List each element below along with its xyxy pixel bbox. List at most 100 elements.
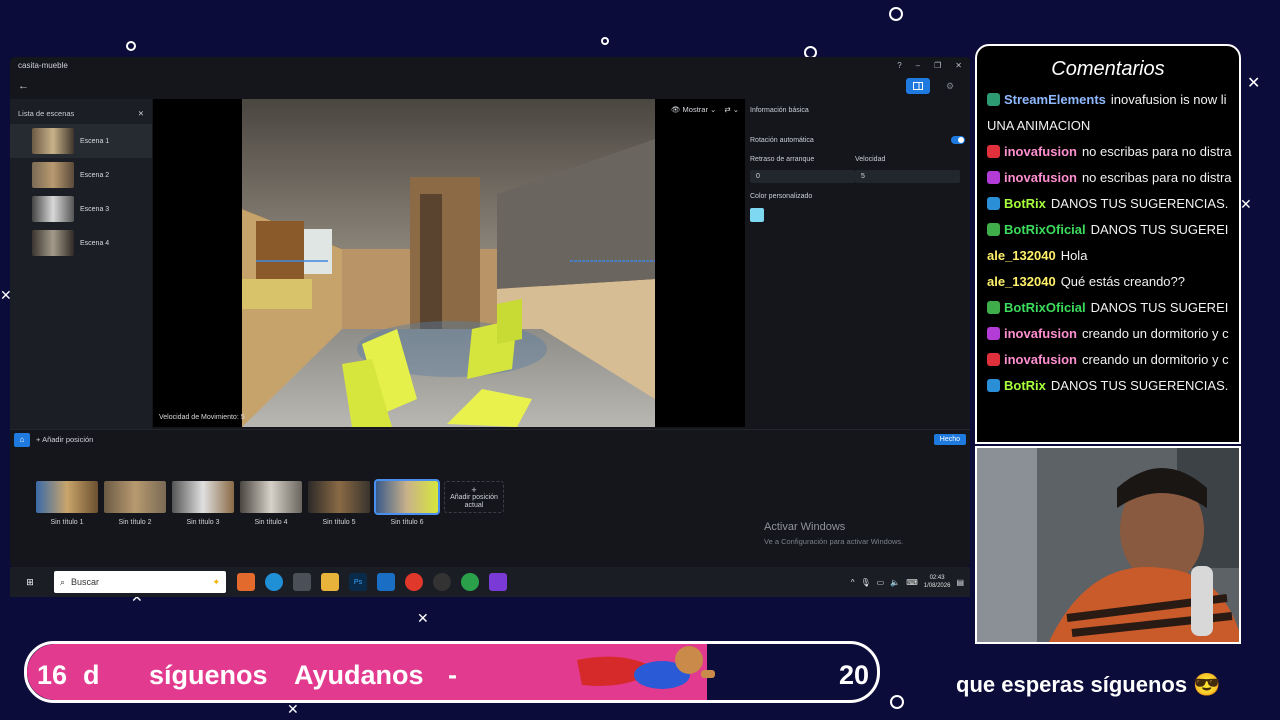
clock-date: 1/08/2026 xyxy=(923,583,951,589)
scene-item[interactable]: Escena 1 xyxy=(10,124,152,158)
color-swatch[interactable] xyxy=(750,208,764,222)
chat-username[interactable]: inovafusion xyxy=(1004,352,1077,367)
position-card[interactable]: Sin título 5 xyxy=(308,481,370,526)
chat-message: StreamElements inovafusion is now li xyxy=(977,86,1239,112)
chat-badge-icon xyxy=(987,170,1000,184)
chat-username[interactable]: inovafusion xyxy=(1004,170,1077,185)
chrome-icon[interactable] xyxy=(405,573,423,591)
position-card[interactable]: Sin título 3 xyxy=(172,481,234,526)
position-label: Sin título 2 xyxy=(118,519,152,526)
add-position-button[interactable]: + Añadir posición xyxy=(36,435,93,444)
keyboard-icon[interactable]: ⌨ xyxy=(906,578,918,587)
chat-username[interactable]: ale_132040 xyxy=(987,248,1056,263)
chat-username[interactable]: BotRixOficial xyxy=(1004,222,1086,237)
start-delay-input[interactable]: 0 xyxy=(750,170,855,183)
position-label: Sin título 5 xyxy=(322,519,356,526)
chat-badge-icon xyxy=(987,92,1000,106)
chat-badge-icon xyxy=(987,222,1000,236)
scene-item[interactable]: Escena 4 xyxy=(10,226,152,260)
windows-start-icon[interactable]: ⊞ xyxy=(21,573,39,591)
sparkle-icon: ✦ xyxy=(212,576,220,587)
chat-username[interactable]: BotRix xyxy=(1004,196,1046,211)
microphone-icon[interactable]: 🎙 xyxy=(861,578,871,587)
chat-message: BotRix DANOS TUS SUGERENCIAS. xyxy=(977,190,1239,216)
position-thumbnail xyxy=(104,481,166,513)
auto-rotation-label: Rotación automática xyxy=(750,136,814,144)
chat-message: BotRix DANOS TUS SUGERENCIAS. xyxy=(977,372,1239,398)
position-thumbnail xyxy=(374,479,440,515)
scene-thumbnail xyxy=(32,196,74,222)
close-window-button[interactable]: ✕ xyxy=(955,61,962,70)
render-viewport[interactable]: 👁 Mostrar ⌄ ⇄ ⌄ Velocidad de Movimiento:… xyxy=(153,99,745,427)
chat-username[interactable]: ale_132040 xyxy=(987,274,1056,289)
panel-view-button[interactable] xyxy=(906,78,930,94)
settings-gear-icon[interactable]: ⚙ xyxy=(938,78,962,94)
app-icon[interactable] xyxy=(489,573,507,591)
position-bar: ⌂ + Añadir posición Hecho xyxy=(10,429,970,449)
add-current-position-label: Añadir posición actual xyxy=(450,494,498,509)
follow-call-to-action: que esperas síguenos 😎 xyxy=(956,672,1221,697)
clock[interactable]: 02:43 1/08/2026 xyxy=(924,574,951,590)
position-thumbnail xyxy=(172,481,234,513)
obs-icon[interactable] xyxy=(433,573,451,591)
watermark-subtitle: Ve a Configuración para activar Windows. xyxy=(764,537,904,546)
speed-input[interactable]: 5 xyxy=(855,170,960,183)
view-controls: 👁 Mostrar ⌄ ⇄ ⌄ xyxy=(671,105,739,114)
store-icon[interactable] xyxy=(293,573,311,591)
show-dropdown-label: Mostrar xyxy=(682,105,708,114)
add-current-position-button[interactable]: + Añadir posición actual xyxy=(444,481,504,513)
view-mode-dropdown[interactable]: ⇄ ⌄ xyxy=(724,105,739,114)
chat-text: creando un dormitorio y c xyxy=(1081,325,1229,341)
copilot-icon[interactable] xyxy=(237,573,255,591)
position-label: Sin título 1 xyxy=(50,519,84,526)
speed-field-label: Velocidad xyxy=(855,156,886,163)
file-explorer-icon[interactable] xyxy=(321,573,339,591)
auto-rotation-toggle[interactable] xyxy=(951,136,965,144)
chat-badge-icon xyxy=(987,352,1000,366)
photoshop-icon[interactable]: Ps xyxy=(349,573,367,591)
scene-label: Escena 1 xyxy=(80,137,110,145)
chat-message: inovafusion creando un dormitorio y c xyxy=(977,346,1239,372)
star-icon: ✕ xyxy=(1240,197,1252,213)
position-pin-icon[interactable]: ⌂ xyxy=(14,432,30,447)
close-icon[interactable]: ✕ xyxy=(138,109,144,118)
ticker-left-count: 16 xyxy=(37,660,68,690)
position-card[interactable]: Sin título 6 xyxy=(374,479,440,526)
back-arrow-icon[interactable]: ← xyxy=(18,80,29,92)
show-dropdown[interactable]: 👁 Mostrar ⌄ xyxy=(671,105,716,114)
properties-panel: Información básica Rotación automática R… xyxy=(750,107,965,222)
chat-message: ale_132040 Qué estás creando?? xyxy=(977,268,1239,294)
ticker-banner: 16 d síguenos Ayudanos - 20 xyxy=(24,641,880,703)
volume-icon[interactable]: 🔈 xyxy=(890,578,900,587)
network-icon[interactable]: ▭ xyxy=(877,578,885,587)
chat-username[interactable]: inovafusion xyxy=(1004,326,1077,341)
position-card[interactable]: Sin título 4 xyxy=(240,481,302,526)
position-card[interactable]: Sin título 1 xyxy=(36,481,98,526)
chat-title: Comentarios xyxy=(1051,58,1165,80)
scene-item[interactable]: Escena 2 xyxy=(10,158,152,192)
help-button[interactable]: ? xyxy=(897,61,901,70)
chat-username[interactable]: BotRixOficial xyxy=(1004,300,1086,315)
ticker-text-follow: síguenos xyxy=(149,660,268,690)
watermark-title: Activar Windows xyxy=(764,521,846,533)
chat-text: Hola xyxy=(1060,247,1088,263)
notification-icon[interactable]: ▤ xyxy=(956,578,964,587)
taskbar-search[interactable]: ⌕ Buscar ✦ xyxy=(54,571,226,593)
chat-text: DANOS TUS SUGERENCIAS. xyxy=(1050,195,1229,211)
chevron-up-icon[interactable]: ^ xyxy=(851,578,855,587)
chat-text: creando un dormitorio y c xyxy=(1081,351,1229,367)
chat-username[interactable]: StreamElements xyxy=(1004,92,1106,107)
vscode-icon[interactable] xyxy=(377,573,395,591)
done-button[interactable]: Hecho xyxy=(933,434,966,445)
toolbar: ← ⚙ xyxy=(10,73,970,99)
scene-item[interactable]: Escena 3 xyxy=(10,192,152,226)
custom-color-label: Color personalizado xyxy=(750,193,813,200)
chat-text: Qué estás creando?? xyxy=(1060,273,1185,289)
maximize-button[interactable]: ❐ xyxy=(934,61,941,70)
minimize-button[interactable]: – xyxy=(916,61,920,70)
position-card[interactable]: Sin título 2 xyxy=(104,481,166,526)
chrome-profile-icon[interactable] xyxy=(461,573,479,591)
edge-icon[interactable] xyxy=(265,573,283,591)
chat-username[interactable]: BotRix xyxy=(1004,378,1046,393)
chat-username[interactable]: inovafusion xyxy=(1004,144,1077,159)
